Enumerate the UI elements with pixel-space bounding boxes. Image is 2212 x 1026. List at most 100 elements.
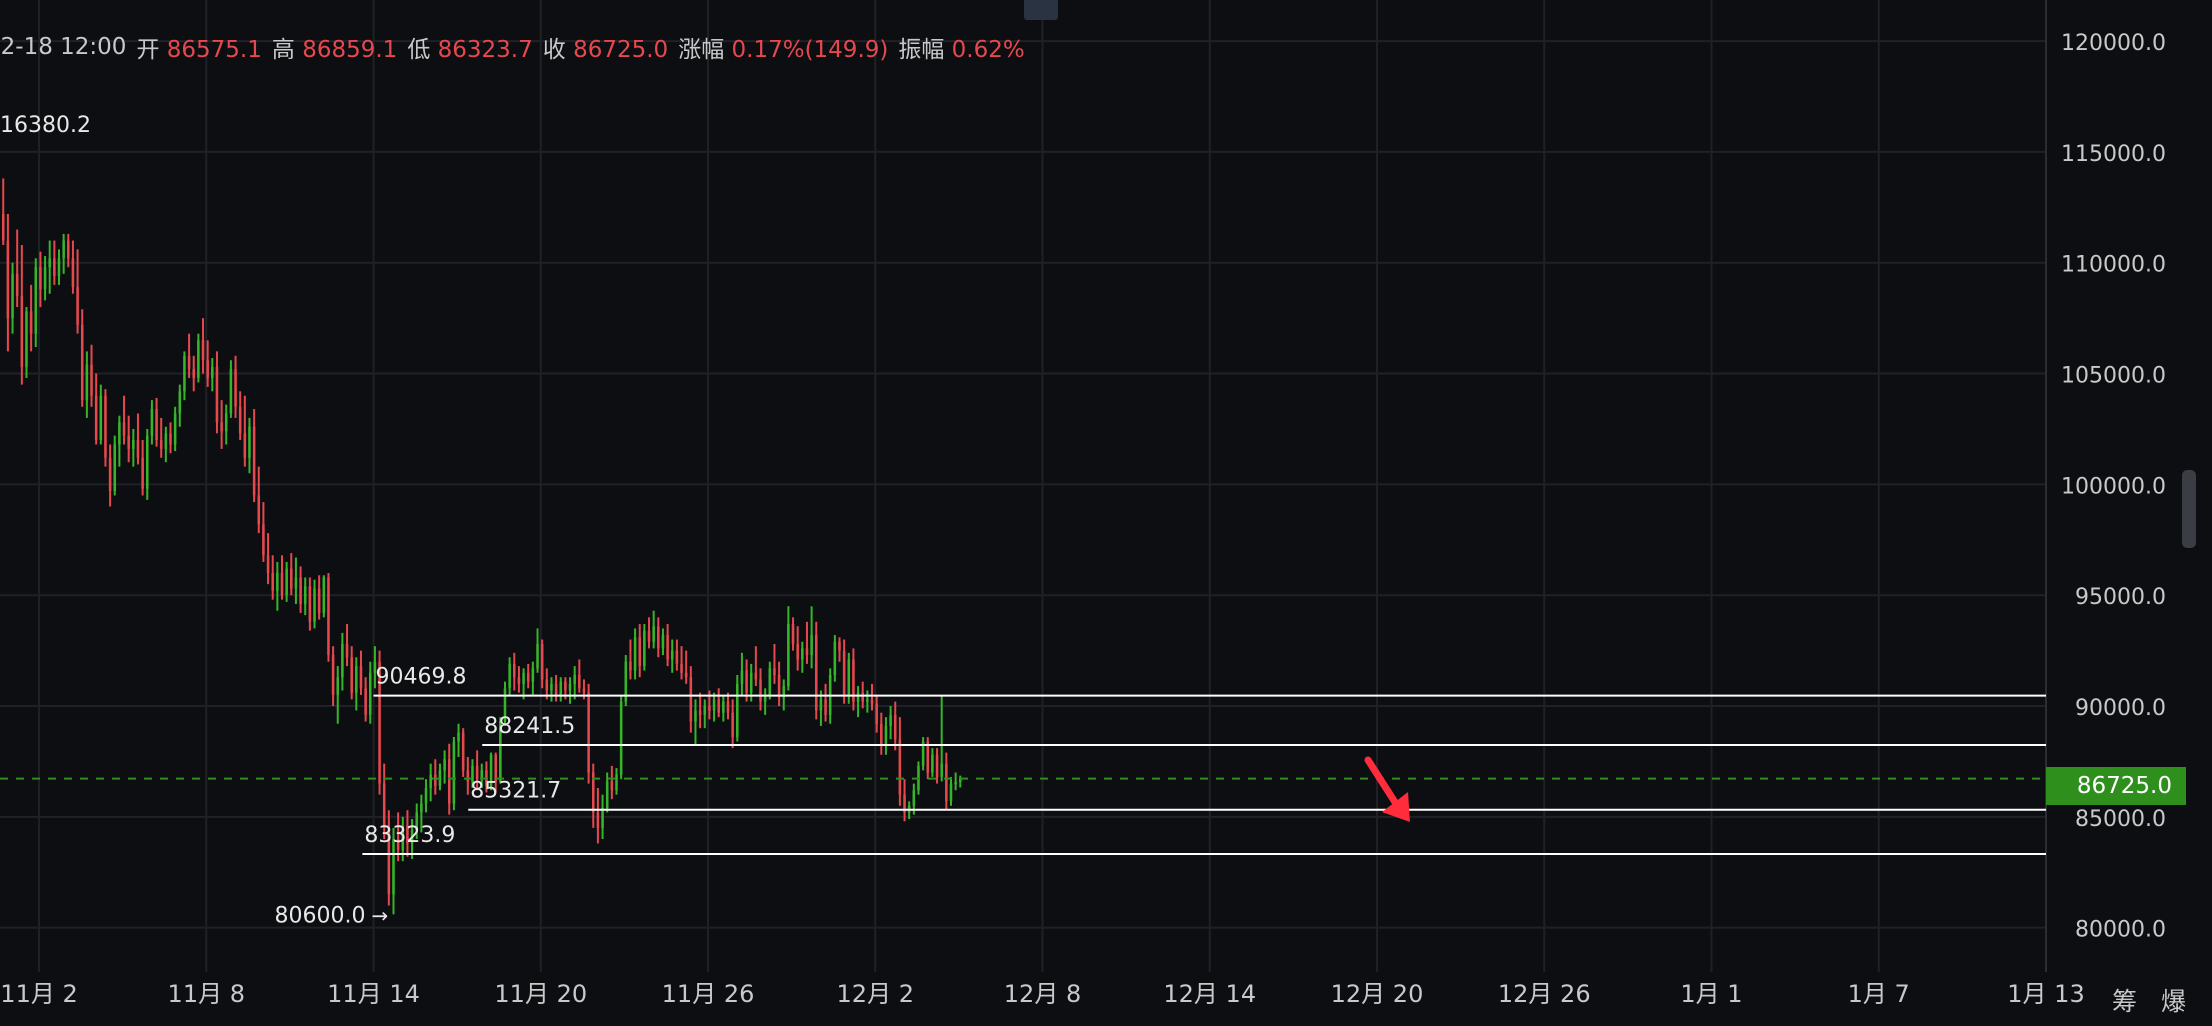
candle-body — [838, 641, 841, 651]
candle-body — [257, 495, 261, 525]
candle-body — [104, 395, 107, 458]
candle-body — [443, 759, 446, 771]
candle-body — [359, 666, 363, 689]
candle-body — [796, 643, 799, 660]
candle-body — [48, 258, 51, 268]
candle-body — [364, 688, 367, 715]
x-tick-label: 12月 2 — [837, 980, 914, 1008]
candle-body — [675, 650, 679, 664]
liquidation-button[interactable]: 爆 — [2161, 987, 2186, 1016]
candle-body — [684, 672, 688, 678]
candle-body — [652, 626, 655, 642]
candle-body — [303, 586, 307, 605]
close-value: 86725.0 — [573, 37, 669, 63]
candle-body — [94, 395, 98, 441]
candle-body — [791, 624, 795, 644]
candle-body — [893, 714, 897, 740]
candle-body — [819, 699, 823, 711]
candle-body — [717, 699, 720, 713]
amplitude-label: 振幅 — [898, 37, 945, 63]
candle-body — [248, 426, 251, 458]
candle-body — [368, 672, 372, 715]
candle-body — [424, 788, 428, 804]
candle-body — [452, 741, 456, 804]
candle-body — [136, 440, 140, 458]
candle-body — [62, 240, 65, 259]
candle-body — [29, 311, 33, 334]
candle-body — [810, 635, 813, 656]
candle-body — [731, 712, 734, 738]
candle-body — [736, 683, 739, 738]
candle-body — [754, 672, 758, 680]
toolbar-button-active[interactable] — [1024, 0, 1058, 20]
candle-body — [429, 774, 432, 789]
candle-body — [183, 355, 186, 392]
candle-body — [661, 635, 665, 649]
candle-body — [243, 433, 247, 458]
candle-body — [466, 770, 470, 782]
candle-body — [43, 267, 47, 290]
candle-body — [875, 703, 878, 724]
candle-body — [132, 440, 135, 449]
chip-distribution-button[interactable]: 筹 — [2112, 987, 2137, 1016]
candle-body — [814, 635, 818, 711]
candle-body — [11, 273, 14, 319]
candle-body — [508, 663, 511, 689]
candle-body — [447, 759, 451, 804]
candle-body — [197, 340, 200, 378]
candle-body — [76, 287, 79, 325]
candle-body — [20, 295, 24, 367]
candle-body — [522, 672, 525, 684]
x-tick-label: 11月 2 — [0, 980, 77, 1008]
candle-body — [294, 577, 298, 589]
candle-body — [550, 683, 553, 691]
candle-body — [141, 457, 144, 489]
candle-body — [276, 573, 279, 591]
candle-body — [559, 681, 563, 695]
high-label: 高 — [271, 37, 295, 63]
candle-body — [726, 701, 730, 713]
candle-body — [638, 637, 642, 667]
drawing-toolbar — [0, 0, 1140, 24]
candle-body — [856, 692, 860, 702]
candle-body — [145, 435, 149, 489]
level-label: 85321.7 — [470, 779, 561, 804]
candle-body — [336, 677, 340, 695]
x-tick-label: 12月 14 — [1163, 980, 1256, 1008]
x-tick-label: 12月 26 — [1498, 980, 1591, 1008]
candle-body — [605, 781, 609, 808]
candle-body — [545, 679, 549, 691]
candle-body — [680, 663, 683, 673]
y-tick-label: 90000.0 — [2075, 696, 2166, 721]
candle-body — [252, 426, 256, 496]
candle-body — [159, 440, 163, 449]
price-scale-handle[interactable] — [2182, 470, 2196, 548]
x-tick-label: 11月 14 — [327, 980, 420, 1008]
candle-body — [434, 774, 437, 786]
toolbar-button[interactable] — [612, 0, 646, 20]
candle-body — [805, 648, 809, 656]
candle-body — [931, 754, 934, 773]
candle-body — [601, 807, 604, 828]
candle-body — [870, 699, 874, 704]
low-value: 86323.7 — [437, 37, 533, 63]
candle-body — [290, 568, 293, 589]
candle-body — [610, 781, 614, 791]
candle-body — [787, 624, 790, 687]
candle-body — [266, 555, 270, 574]
y-tick-label: 105000.0 — [2061, 364, 2166, 389]
candle-body — [866, 699, 869, 702]
candle-body — [355, 666, 358, 693]
candle-body — [587, 692, 590, 773]
candle-body — [898, 739, 902, 795]
candle-body — [71, 258, 75, 288]
candle-body — [461, 732, 465, 771]
change-label: 涨幅 — [678, 37, 725, 63]
candle-body — [880, 723, 883, 746]
candle-body — [299, 577, 302, 605]
candle-body — [633, 637, 637, 671]
candle-body — [554, 683, 558, 695]
candle-body — [698, 710, 702, 715]
candle-body — [215, 366, 219, 423]
candle-body — [271, 573, 274, 591]
